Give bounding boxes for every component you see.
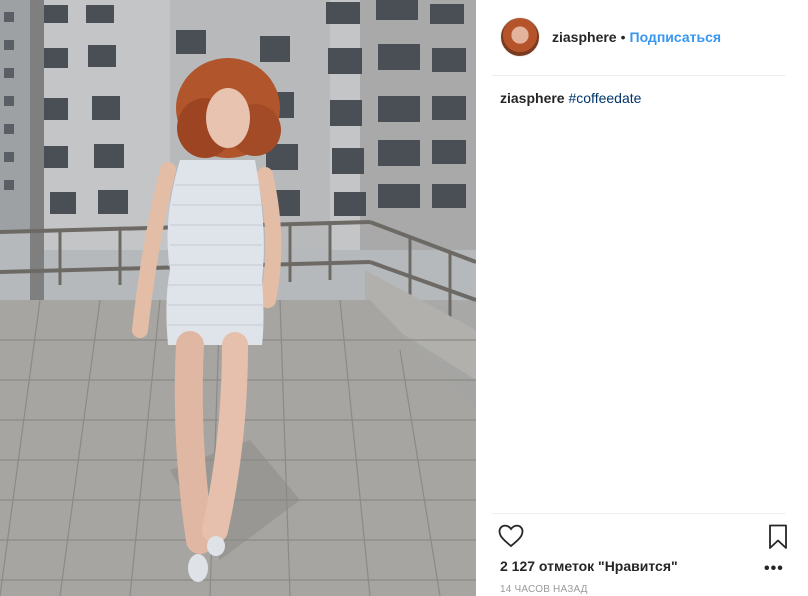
post-caption: ziasphere #coffeedate — [500, 89, 641, 107]
avatar[interactable] — [500, 17, 540, 57]
bookmark-icon[interactable] — [768, 524, 788, 555]
actions-divider — [492, 513, 786, 514]
caption-hashtag[interactable]: #coffeedate — [568, 90, 641, 106]
post-header: ziasphere • Подписаться — [500, 16, 721, 58]
more-options-icon[interactable]: ••• — [764, 560, 784, 578]
likes-count[interactable]: 2 127 отметок "Нравится" — [500, 558, 678, 574]
post-actions — [498, 524, 788, 552]
header-username[interactable]: ziasphere — [552, 29, 617, 45]
heart-icon[interactable] — [498, 524, 524, 553]
header-separator: • — [620, 29, 626, 45]
caption-username[interactable]: ziasphere — [500, 90, 565, 106]
post-sidebar: ziasphere • Подписаться ziasphere #coffe… — [476, 0, 808, 596]
follow-button[interactable]: Подписаться — [630, 29, 722, 45]
post-photo[interactable] — [0, 0, 476, 596]
post-timestamp[interactable]: 14 ЧАСОВ НАЗАД — [500, 584, 588, 595]
header-divider — [492, 75, 786, 76]
